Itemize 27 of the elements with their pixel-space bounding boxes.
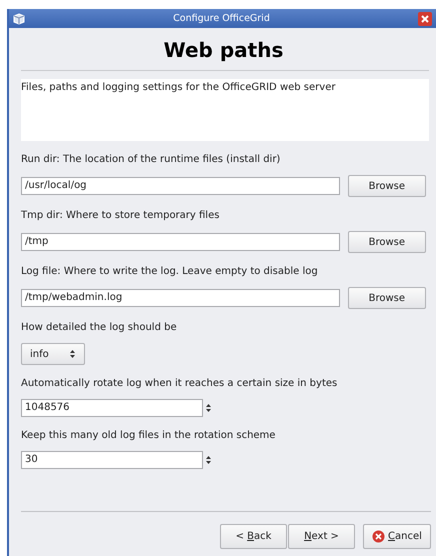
cube-icon [13,12,25,24]
number-field[interactable]: 1048576 [21,399,203,417]
next-button[interactable]: Next > [288,524,355,549]
number-field[interactable]: 30 [21,451,203,469]
field-label: Automatically rotate log when it reaches a certain size in bytes [21,378,338,391]
field-label: How detailed the log should be [21,322,178,335]
path-field[interactable]: /usr/local/og [21,177,340,195]
cancel-icon [372,530,386,543]
description-text: Files, paths and logging settings for the OfficeGRID web server [21,79,429,141]
close-icon[interactable] [418,12,432,26]
browse-button[interactable]: Browse [348,175,426,197]
window-title: Configure OfficeGrid [172,13,271,24]
browse-button[interactable]: Browse [348,231,426,253]
page-heading: Web paths [162,38,284,64]
spinner-icon[interactable] [205,403,212,413]
path-field[interactable]: /tmp/webadmin.log [21,289,340,307]
back-button[interactable]: < Back [220,524,287,549]
spinner-icon[interactable] [205,455,212,465]
field-label: Keep this many old log files in the rotation scheme [21,430,276,443]
browse-button[interactable]: Browse [348,287,426,309]
field-label: Log file: Where to write the log. Leave empty to disable log [21,266,319,279]
field-label: Run dir: The location of the runtime files (install dir) [21,154,282,167]
level-dropdown[interactable]: info [21,343,85,365]
path-field[interactable]: /tmp [21,233,340,251]
field-label: Tmp dir: Where to store temporary files [21,210,220,223]
updown-icon[interactable] [69,349,76,359]
cancel-button[interactable]: Cancel [363,524,431,549]
